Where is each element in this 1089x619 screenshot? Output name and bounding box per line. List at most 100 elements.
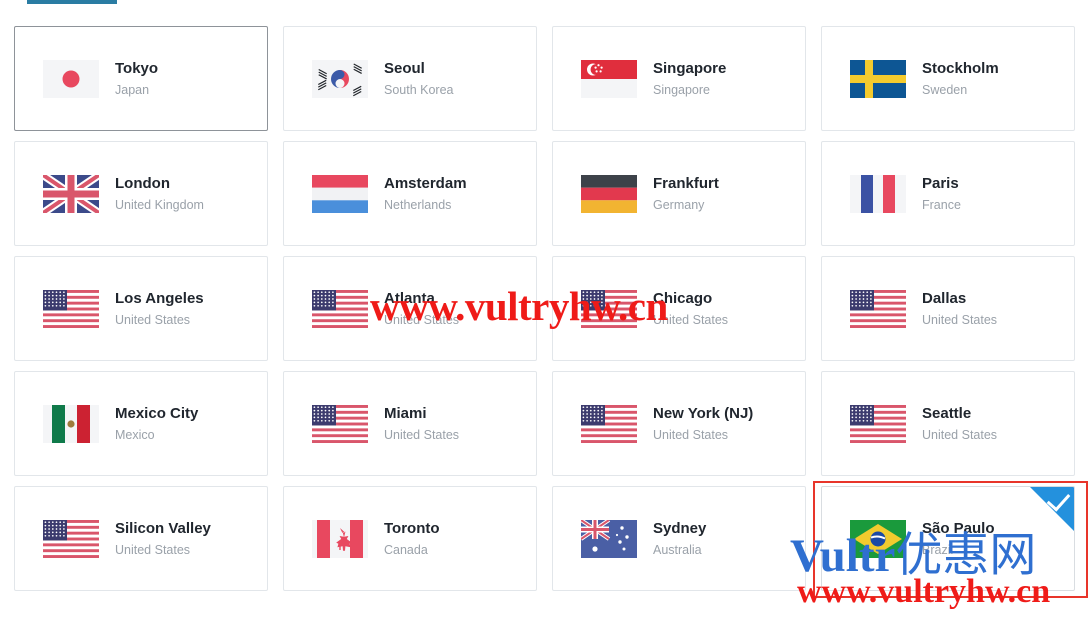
location-card-text: Chicago United States bbox=[653, 289, 728, 329]
location-card-text: Atlanta United States bbox=[384, 289, 459, 329]
location-card[interactable]: São Paulo Brazil bbox=[821, 486, 1075, 591]
location-city-name: Singapore bbox=[653, 59, 727, 77]
location-city-name: Los Angeles bbox=[115, 289, 204, 307]
nl-flag-icon bbox=[312, 174, 368, 213]
location-card[interactable]: Chicago United States bbox=[552, 256, 806, 361]
location-card[interactable]: Singapore Singapore bbox=[552, 26, 806, 131]
location-card-text: Sydney Australia bbox=[653, 519, 706, 559]
location-card-text: Paris France bbox=[922, 174, 961, 214]
location-card[interactable]: Frankfurt Germany bbox=[552, 141, 806, 246]
location-country-name: United States bbox=[922, 427, 998, 442]
location-card[interactable]: Toronto Canada bbox=[283, 486, 537, 591]
location-country-name: United Kingdom bbox=[115, 197, 204, 212]
location-country-name: Brazil bbox=[922, 542, 954, 557]
location-country-name: Canada bbox=[384, 542, 428, 557]
us-flag-icon bbox=[850, 404, 906, 443]
us-flag-icon bbox=[581, 289, 637, 328]
location-card-text: Mexico City Mexico bbox=[115, 404, 198, 444]
location-card-text: London United Kingdom bbox=[115, 174, 204, 214]
gb-flag-icon bbox=[43, 174, 99, 213]
us-flag-icon bbox=[43, 519, 99, 558]
location-country-name: Singapore bbox=[653, 82, 710, 97]
location-card[interactable]: Los Angeles United States bbox=[14, 256, 268, 361]
location-country-name: United States bbox=[653, 312, 729, 327]
location-card-text: São Paulo Brazil bbox=[922, 519, 995, 559]
location-card-text: Miami United States bbox=[384, 404, 459, 444]
location-city-name: Toronto bbox=[384, 519, 440, 537]
br-flag-icon bbox=[850, 519, 906, 558]
location-country-name: Netherlands bbox=[384, 197, 452, 212]
us-flag-icon bbox=[581, 404, 637, 443]
location-country-name: South Korea bbox=[384, 82, 454, 97]
active-tab-indicator[interactable] bbox=[27, 0, 117, 4]
jp-flag-icon bbox=[43, 59, 99, 98]
location-city-name: Miami bbox=[384, 404, 427, 422]
location-city-name: Dallas bbox=[922, 289, 967, 307]
ca-flag-icon bbox=[312, 519, 368, 558]
location-card[interactable]: Silicon Valley United States bbox=[14, 486, 268, 591]
location-card-text: New York (NJ) United States bbox=[653, 404, 753, 444]
sg-flag-icon bbox=[581, 59, 637, 98]
location-card[interactable]: Dallas United States bbox=[821, 256, 1075, 361]
location-card[interactable]: Paris France bbox=[821, 141, 1075, 246]
location-card[interactable]: New York (NJ) United States bbox=[552, 371, 806, 476]
location-card-text: Silicon Valley United States bbox=[115, 519, 211, 559]
location-card-text: Dallas United States bbox=[922, 289, 997, 329]
location-city-name: Seattle bbox=[922, 404, 972, 422]
location-city-name: New York (NJ) bbox=[653, 404, 754, 422]
location-card[interactable]: Atlanta United States bbox=[283, 256, 537, 361]
location-country-name: United States bbox=[384, 312, 460, 327]
location-city-name: Seoul bbox=[384, 59, 425, 77]
location-card-text: Toronto Canada bbox=[384, 519, 440, 559]
location-card[interactable]: London United Kingdom bbox=[14, 141, 268, 246]
us-flag-icon bbox=[312, 404, 368, 443]
location-card[interactable]: Tokyo Japan bbox=[14, 26, 268, 131]
location-city-name: London bbox=[115, 174, 170, 192]
location-country-name: United States bbox=[115, 542, 191, 557]
location-country-name: Germany bbox=[653, 197, 705, 212]
location-city-name: Chicago bbox=[653, 289, 713, 307]
location-city-name: Stockholm bbox=[922, 59, 999, 77]
fr-flag-icon bbox=[850, 174, 906, 213]
location-city-name: Amsterdam bbox=[384, 174, 467, 192]
location-city-name: Sydney bbox=[653, 519, 707, 537]
location-card-text: Frankfurt Germany bbox=[653, 174, 719, 214]
location-grid: Tokyo Japan Seoul South Korea Singapore Singa… bbox=[0, 26, 1089, 591]
location-card[interactable]: Seattle United States bbox=[821, 371, 1075, 476]
location-country-name: Australia bbox=[653, 542, 702, 557]
us-flag-icon bbox=[312, 289, 368, 328]
location-card[interactable]: Sydney Australia bbox=[552, 486, 806, 591]
mx-flag-icon bbox=[43, 404, 99, 443]
location-card[interactable]: Stockholm Sweden bbox=[821, 26, 1075, 131]
location-country-name: France bbox=[922, 197, 961, 212]
us-flag-icon bbox=[850, 289, 906, 328]
location-country-name: United States bbox=[922, 312, 998, 327]
location-city-name: São Paulo bbox=[922, 519, 995, 537]
location-card-text: Seoul South Korea bbox=[384, 59, 454, 99]
location-card[interactable]: Seoul South Korea bbox=[283, 26, 537, 131]
us-flag-icon bbox=[43, 289, 99, 328]
location-card-text: Amsterdam Netherlands bbox=[384, 174, 467, 214]
se-flag-icon bbox=[850, 59, 906, 98]
location-city-name: Silicon Valley bbox=[115, 519, 211, 537]
kr-flag-icon bbox=[312, 59, 368, 98]
location-city-name: Tokyo bbox=[115, 59, 159, 77]
location-card-text: Stockholm Sweden bbox=[922, 59, 999, 99]
location-city-name: Mexico City bbox=[115, 404, 199, 422]
location-country-name: United States bbox=[384, 427, 460, 442]
location-card[interactable]: Mexico City Mexico bbox=[14, 371, 268, 476]
location-card[interactable]: Amsterdam Netherlands bbox=[283, 141, 537, 246]
location-country-name: Sweden bbox=[922, 82, 968, 97]
location-card-text: Singapore Singapore bbox=[653, 59, 726, 99]
au-flag-icon bbox=[581, 519, 637, 558]
de-flag-icon bbox=[581, 174, 637, 213]
location-card[interactable]: Miami United States bbox=[283, 371, 537, 476]
location-card-text: Seattle United States bbox=[922, 404, 997, 444]
location-city-name: Frankfurt bbox=[653, 174, 719, 192]
location-country-name: Japan bbox=[115, 82, 150, 97]
location-country-name: Mexico bbox=[115, 427, 155, 442]
selected-check-icon bbox=[1030, 487, 1074, 531]
location-card-text: Los Angeles United States bbox=[115, 289, 204, 329]
location-city-name: Atlanta bbox=[384, 289, 435, 307]
location-country-name: United States bbox=[653, 427, 729, 442]
